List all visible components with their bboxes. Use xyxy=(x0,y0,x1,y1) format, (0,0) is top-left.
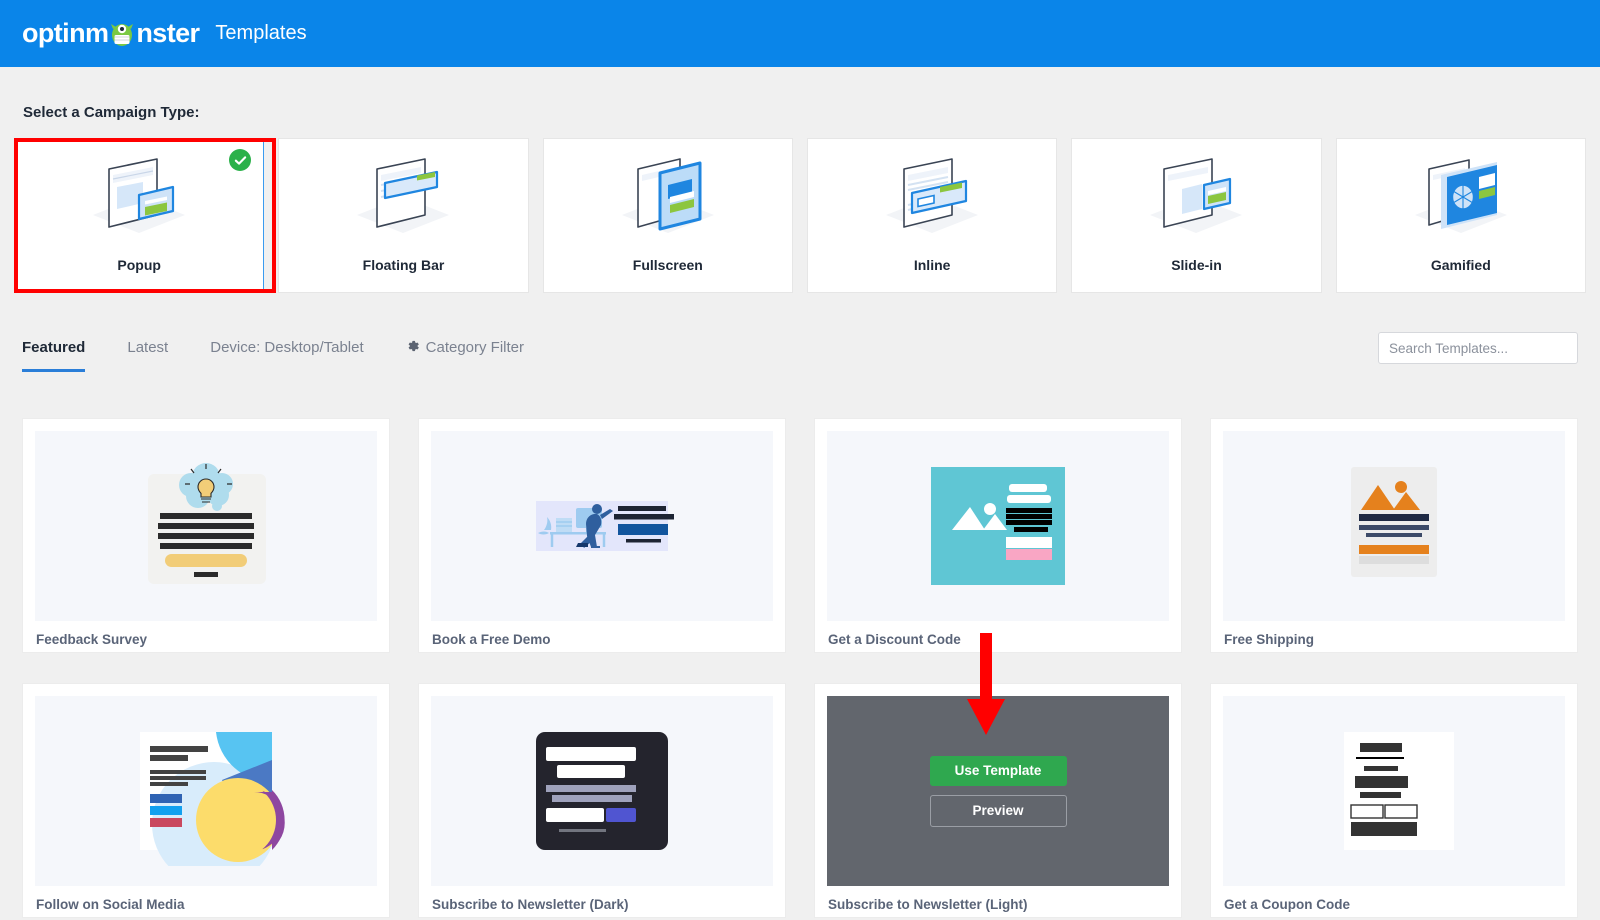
campaign-type-gamified[interactable]: Gamified xyxy=(1335,138,1586,293)
gear-icon xyxy=(406,339,420,353)
campaign-type-label-floating-bar: Floating Bar xyxy=(362,257,445,273)
check-circle-icon xyxy=(229,149,252,171)
use-template-button[interactable]: Use Template xyxy=(929,755,1067,786)
brand-text-part2: nster xyxy=(136,18,200,48)
campaign-type-floating-bar[interactable]: Floating Bar xyxy=(278,138,529,293)
thought-bulb-survey-thumb xyxy=(35,431,377,621)
template-grid: Feedback Survey Book a Free Demo Get a D… xyxy=(22,418,1578,918)
campaign-type-slide-in[interactable]: Slide-in xyxy=(1071,138,1322,293)
template-card[interactable]: Free Shipping xyxy=(1210,418,1578,653)
app-header: optinm nster Templates xyxy=(0,0,1600,67)
campaign-type-row: Popup Floating Bar Fullscreen Inline Sli… xyxy=(14,138,1586,293)
hover-overlay-thumb: Use Template Preview xyxy=(827,696,1169,886)
coupon-code-thumb xyxy=(1223,696,1565,886)
orange-shipping-thumb xyxy=(1223,431,1565,621)
template-card[interactable]: Book a Free Demo xyxy=(418,418,786,653)
campaign-type-label-fullscreen: Fullscreen xyxy=(632,257,703,273)
template-title: Get a Coupon Code xyxy=(1224,897,1350,912)
teal-discount-thumb xyxy=(827,431,1169,621)
campaign-type-label: Select a Campaign Type: xyxy=(23,104,200,121)
optinmonster-logo[interactable]: optinm nster Templates xyxy=(22,18,307,49)
dark-newsletter-thumb xyxy=(431,696,773,886)
template-card[interactable]: Get a Discount Code xyxy=(814,418,1182,653)
campaign-type-label-popup: Popup xyxy=(117,257,161,273)
campaign-type-popup[interactable]: Popup xyxy=(14,138,265,293)
campaign-type-inline-icon xyxy=(878,153,986,253)
filter-tabs: Featured Latest Device: Desktop/Tablet C… xyxy=(22,325,566,372)
monster-logo-icon xyxy=(109,21,135,47)
template-title: Book a Free Demo xyxy=(432,632,551,647)
template-title: Follow on Social Media xyxy=(36,897,185,912)
search-templates-wrap xyxy=(1378,332,1578,364)
tab-featured-label: Featured xyxy=(22,339,86,356)
brand-wordmark: optinm nster xyxy=(22,18,200,49)
campaign-type-label-inline: Inline xyxy=(913,257,951,273)
template-title: Subscribe to Newsletter (Light) xyxy=(828,897,1028,912)
tab-featured[interactable]: Featured xyxy=(22,325,86,372)
template-filter-bar: Featured Latest Device: Desktop/Tablet C… xyxy=(0,325,1600,380)
template-title: Subscribe to Newsletter (Dark) xyxy=(432,897,629,912)
tab-category-filter-label: Category Filter xyxy=(425,339,525,356)
tab-latest[interactable]: Latest xyxy=(127,325,168,372)
template-card[interactable]: Subscribe to Newsletter (Dark) xyxy=(418,683,786,918)
colorful-social-thumb xyxy=(35,696,377,886)
brand-text-part1: optinm xyxy=(22,18,109,48)
campaign-type-gamified-icon xyxy=(1407,153,1515,253)
preview-button[interactable]: Preview xyxy=(929,794,1067,827)
campaign-type-inline[interactable]: Inline xyxy=(806,138,1058,293)
tab-device[interactable]: Device: Desktop/Tablet xyxy=(210,325,363,372)
campaign-type-label-slide-in: Slide-in xyxy=(1171,257,1222,273)
tab-device-label: Device: Desktop/Tablet xyxy=(210,339,364,356)
campaign-type-fullscreen[interactable]: Fullscreen xyxy=(542,138,793,293)
campaign-type-slide-in-icon xyxy=(1142,153,1250,253)
template-title: Free Shipping xyxy=(1224,632,1315,647)
desk-person-demo-thumb xyxy=(431,431,773,621)
campaign-type-popup-icon xyxy=(85,153,193,253)
template-card[interactable]: Feedback Survey xyxy=(22,418,390,653)
template-title: Feedback Survey xyxy=(36,632,148,647)
campaign-type-floating-bar-icon xyxy=(349,153,457,253)
search-input[interactable] xyxy=(1378,332,1578,364)
tab-category-filter[interactable]: Category Filter xyxy=(406,325,524,372)
template-card-hovered[interactable]: Use Template Preview Subscribe to Newsle… xyxy=(814,683,1182,918)
page-title: Templates xyxy=(215,22,307,44)
template-card[interactable]: Get a Coupon Code xyxy=(1210,683,1578,918)
template-title: Get a Discount Code xyxy=(828,632,961,647)
tab-latest-label: Latest xyxy=(127,339,169,356)
campaign-type-fullscreen-icon xyxy=(614,153,722,253)
campaign-type-label-gamified: Gamified xyxy=(1430,257,1491,273)
template-card[interactable]: Follow on Social Media xyxy=(22,683,390,918)
